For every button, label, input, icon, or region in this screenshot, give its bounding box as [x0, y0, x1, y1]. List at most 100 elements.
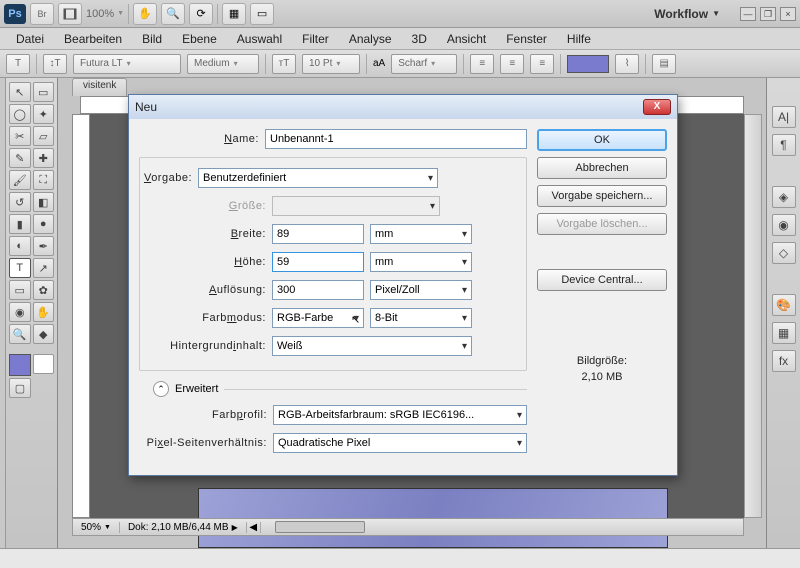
- bgcontent-select[interactable]: Weiß: [272, 336, 472, 356]
- hand-tool[interactable]: ✋: [33, 302, 55, 322]
- zoom-level[interactable]: 100%: [86, 8, 124, 20]
- menu-edit[interactable]: Bearbeiten: [54, 30, 132, 48]
- height-unit-select[interactable]: mm: [370, 252, 472, 272]
- menu-window[interactable]: Fenster: [496, 30, 557, 48]
- arrange-button[interactable]: ▭: [250, 3, 274, 25]
- blur-tool[interactable]: ●: [33, 214, 55, 234]
- close-button[interactable]: ×: [780, 7, 796, 21]
- bitdepth-select[interactable]: 8-Bit: [370, 308, 472, 328]
- name-label: Name:: [139, 133, 259, 145]
- minimize-button[interactable]: —: [740, 7, 756, 21]
- font-family-select[interactable]: Futura LT: [73, 54, 181, 74]
- vertical-scrollbar[interactable]: [744, 114, 762, 518]
- par-select[interactable]: Quadratische Pixel: [273, 433, 527, 453]
- device-central-button[interactable]: Device Central...: [537, 269, 667, 291]
- zoom-tool[interactable]: 🔍: [9, 324, 31, 344]
- cancel-button[interactable]: Abbrechen: [537, 157, 667, 179]
- menu-help[interactable]: Hilfe: [557, 30, 601, 48]
- gradient-tool[interactable]: ▮: [9, 214, 31, 234]
- preset-select[interactable]: Benutzerdefiniert: [198, 168, 438, 188]
- dialog-titlebar[interactable]: Neu X: [129, 95, 677, 119]
- width-input[interactable]: [272, 224, 364, 244]
- align-center-button[interactable]: ≡: [500, 54, 524, 74]
- film-button[interactable]: [58, 3, 82, 25]
- swatches-panel-icon[interactable]: ▦: [772, 322, 796, 344]
- orientation-button[interactable]: ↕T: [43, 54, 67, 74]
- workspace-switcher[interactable]: Workflow: [654, 7, 720, 21]
- save-preset-button[interactable]: Vorgabe speichern...: [537, 185, 667, 207]
- warp-text-button[interactable]: ⌇: [615, 54, 639, 74]
- character-panel-icon[interactable]: A|: [772, 106, 796, 128]
- pen-tool[interactable]: ✒: [33, 236, 55, 256]
- zoom-display[interactable]: 50%: [73, 522, 120, 533]
- bridge-button[interactable]: Br: [30, 3, 54, 25]
- hscroll-thumb[interactable]: [275, 521, 365, 533]
- doc-status[interactable]: Dok: 2,10 MB/6,44 MB ▶: [120, 522, 247, 533]
- crop-tool[interactable]: ✂: [9, 126, 31, 146]
- antialias-select[interactable]: Scharf: [391, 54, 457, 74]
- zoomtool-button[interactable]: 🔍: [161, 3, 185, 25]
- channels-panel-icon[interactable]: ◉: [772, 214, 796, 236]
- shape-tool[interactable]: ▭: [9, 280, 31, 300]
- name-input[interactable]: [265, 129, 527, 149]
- history-brush-tool[interactable]: ↺: [9, 192, 31, 212]
- dialog-close-button[interactable]: X: [643, 99, 671, 115]
- slice-tool[interactable]: ▱: [33, 126, 55, 146]
- quickmask-button[interactable]: ▢: [9, 378, 31, 398]
- layers-panel-icon[interactable]: ◈: [772, 186, 796, 208]
- hand-button[interactable]: ✋: [133, 3, 157, 25]
- path-tool[interactable]: ↗: [33, 258, 55, 278]
- colormode-label: Farbmodus:: [146, 312, 266, 324]
- menu-view[interactable]: Ansicht: [437, 30, 496, 48]
- color-panel-icon[interactable]: 🎨: [772, 294, 796, 316]
- paths-panel-icon[interactable]: ◇: [772, 242, 796, 264]
- type-tool[interactable]: T: [9, 258, 31, 278]
- heal-tool[interactable]: ✚: [33, 148, 55, 168]
- styles-panel-icon[interactable]: fx: [772, 350, 796, 372]
- resolution-input[interactable]: [272, 280, 364, 300]
- 3d-tool[interactable]: ✿: [33, 280, 55, 300]
- ruler-vertical[interactable]: [72, 114, 90, 518]
- ok-button[interactable]: OK: [537, 129, 667, 151]
- width-unit-select[interactable]: mm: [370, 224, 472, 244]
- document-tab[interactable]: visitenk: [72, 78, 127, 96]
- menu-filter[interactable]: Filter: [292, 30, 339, 48]
- brush-tool[interactable]: 🖌: [9, 170, 31, 190]
- height-input[interactable]: [272, 252, 364, 272]
- menu-3d[interactable]: 3D: [402, 30, 437, 48]
- menu-select[interactable]: Auswahl: [227, 30, 292, 48]
- marquee-tool[interactable]: ▭: [33, 82, 55, 102]
- panels-dock: A| ¶ ◈ ◉ ◇ 🎨 ▦ fx: [766, 78, 800, 548]
- size-label: Größe:: [146, 200, 266, 212]
- tool-preset[interactable]: T: [6, 54, 30, 74]
- wand-tool[interactable]: ✦: [33, 104, 55, 124]
- eyedropper-tool[interactable]: ✎: [9, 148, 31, 168]
- text-color-swatch[interactable]: [567, 55, 609, 73]
- align-right-button[interactable]: ≡: [530, 54, 554, 74]
- screenmode-button[interactable]: ▦: [222, 3, 246, 25]
- resolution-unit-select[interactable]: Pixel/Zoll: [370, 280, 472, 300]
- move-tool[interactable]: ↖: [9, 82, 31, 102]
- foreground-color[interactable]: [9, 354, 31, 376]
- unknown-tool[interactable]: ◆: [33, 324, 55, 344]
- profile-select[interactable]: RGB-Arbeitsfarbraum: sRGB IEC6196...: [273, 405, 527, 425]
- character-panel-button[interactable]: ▤: [652, 54, 676, 74]
- menu-analysis[interactable]: Analyse: [339, 30, 402, 48]
- advanced-toggle[interactable]: ⌃ Erweitert: [153, 381, 527, 397]
- menu-image[interactable]: Bild: [132, 30, 172, 48]
- eraser-tool[interactable]: ◧: [33, 192, 55, 212]
- font-size-select[interactable]: 10 Pt: [302, 54, 360, 74]
- 3drotate-tool[interactable]: ◉: [9, 302, 31, 322]
- paragraph-panel-icon[interactable]: ¶: [772, 134, 796, 156]
- restore-button[interactable]: ❐: [760, 7, 776, 21]
- background-color[interactable]: [33, 354, 55, 374]
- rotate-button[interactable]: ⟳: [189, 3, 213, 25]
- lasso-tool[interactable]: ◯: [9, 104, 31, 124]
- menu-layer[interactable]: Ebene: [172, 30, 227, 48]
- menu-file[interactable]: Datei: [6, 30, 54, 48]
- font-weight-select[interactable]: Medium: [187, 54, 259, 74]
- colormode-select[interactable]: RGB-Farbe ↖: [272, 308, 364, 328]
- dodge-tool[interactable]: ◐: [9, 236, 31, 256]
- stamp-tool[interactable]: ⛶: [33, 170, 55, 190]
- align-left-button[interactable]: ≡: [470, 54, 494, 74]
